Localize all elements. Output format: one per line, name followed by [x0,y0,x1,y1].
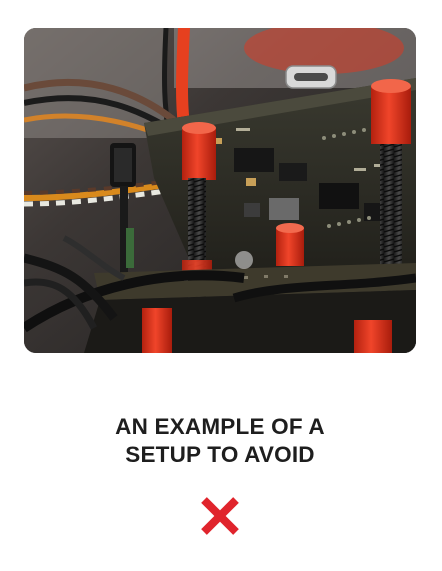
setup-photo [24,28,416,353]
cross-icon [198,494,242,538]
setup-photo-illustration [24,28,416,353]
caption-line-1: AN EXAMPLE OF A [115,414,325,439]
caption: AN EXAMPLE OF A SETUP TO AVOID [40,413,400,469]
caption-line-2: SETUP TO AVOID [125,442,315,467]
instruction-card: AN EXAMPLE OF A SETUP TO AVOID [0,0,442,571]
